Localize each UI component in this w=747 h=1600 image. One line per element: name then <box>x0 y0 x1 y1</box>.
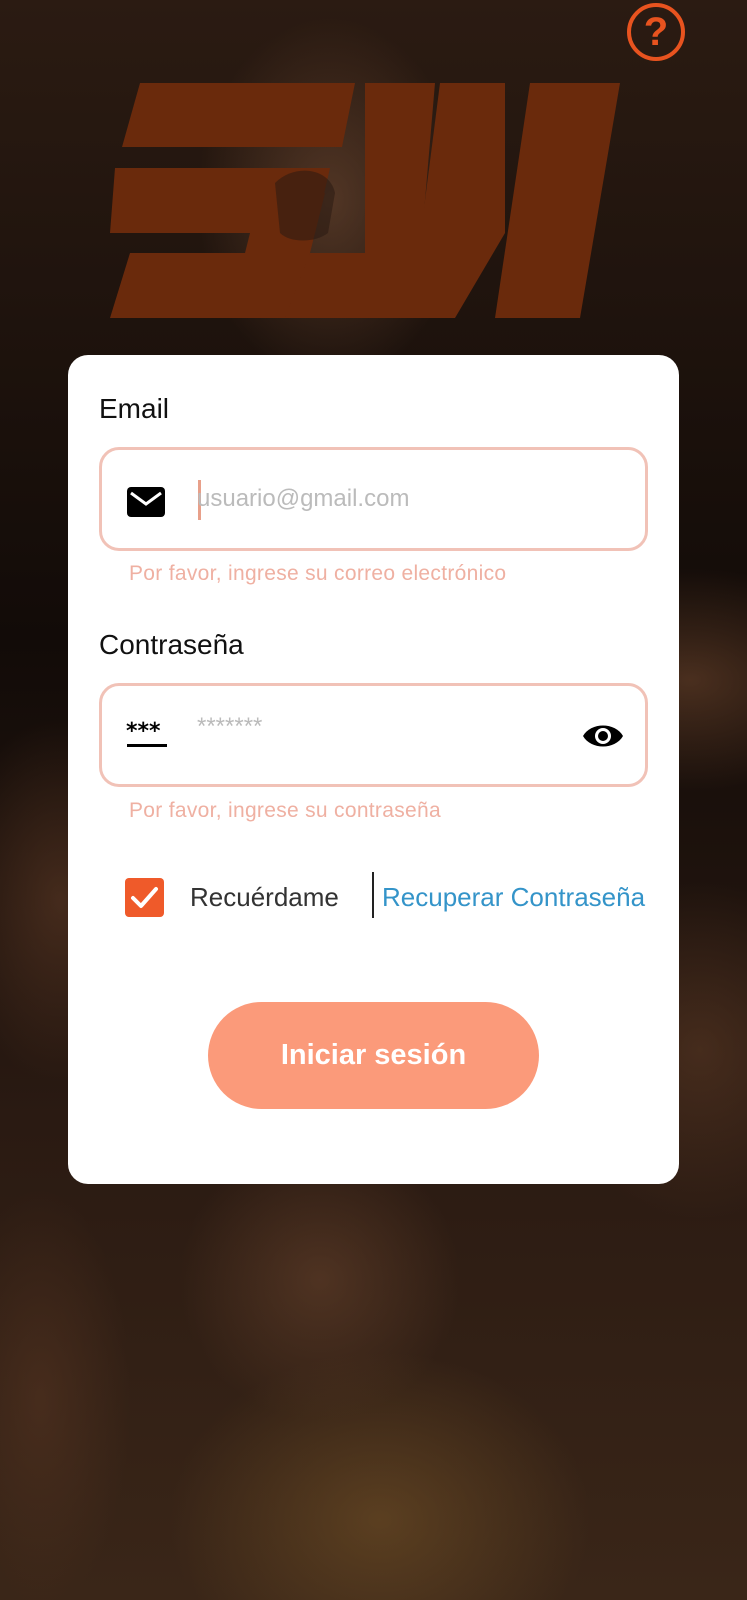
remember-checkbox[interactable] <box>125 878 164 917</box>
email-input[interactable]: usuario@gmail.com <box>197 450 409 548</box>
password-field[interactable]: *** ******* <box>99 683 648 787</box>
password-label: Contraseña <box>99 629 244 660</box>
svg-text:***: *** <box>126 720 161 744</box>
divider <box>372 872 374 918</box>
remember-label[interactable]: Recuérdame <box>190 882 339 913</box>
email-error: Por favor, ingrese su correo electrónico <box>129 562 507 585</box>
help-button[interactable]: ? <box>627 3 685 61</box>
login-button[interactable]: Iniciar sesión <box>208 1002 539 1109</box>
email-field[interactable]: usuario@gmail.com <box>99 447 648 551</box>
help-circle-icon: ? <box>643 10 669 54</box>
mail-icon <box>126 486 166 523</box>
password-input[interactable]: ******* <box>197 678 262 776</box>
recover-password-link[interactable]: Recuperar Contraseña <box>382 882 645 913</box>
password-error: Por favor, ingrese su contraseña <box>129 799 441 822</box>
login-card: Email usuario@gmail.com Por favor, ingre… <box>68 355 679 1184</box>
eye-icon[interactable] <box>581 718 625 759</box>
sm-logo <box>110 83 620 318</box>
email-label: Email <box>99 393 170 424</box>
checkmark-icon <box>131 887 158 908</box>
password-icon: *** <box>126 719 168 755</box>
